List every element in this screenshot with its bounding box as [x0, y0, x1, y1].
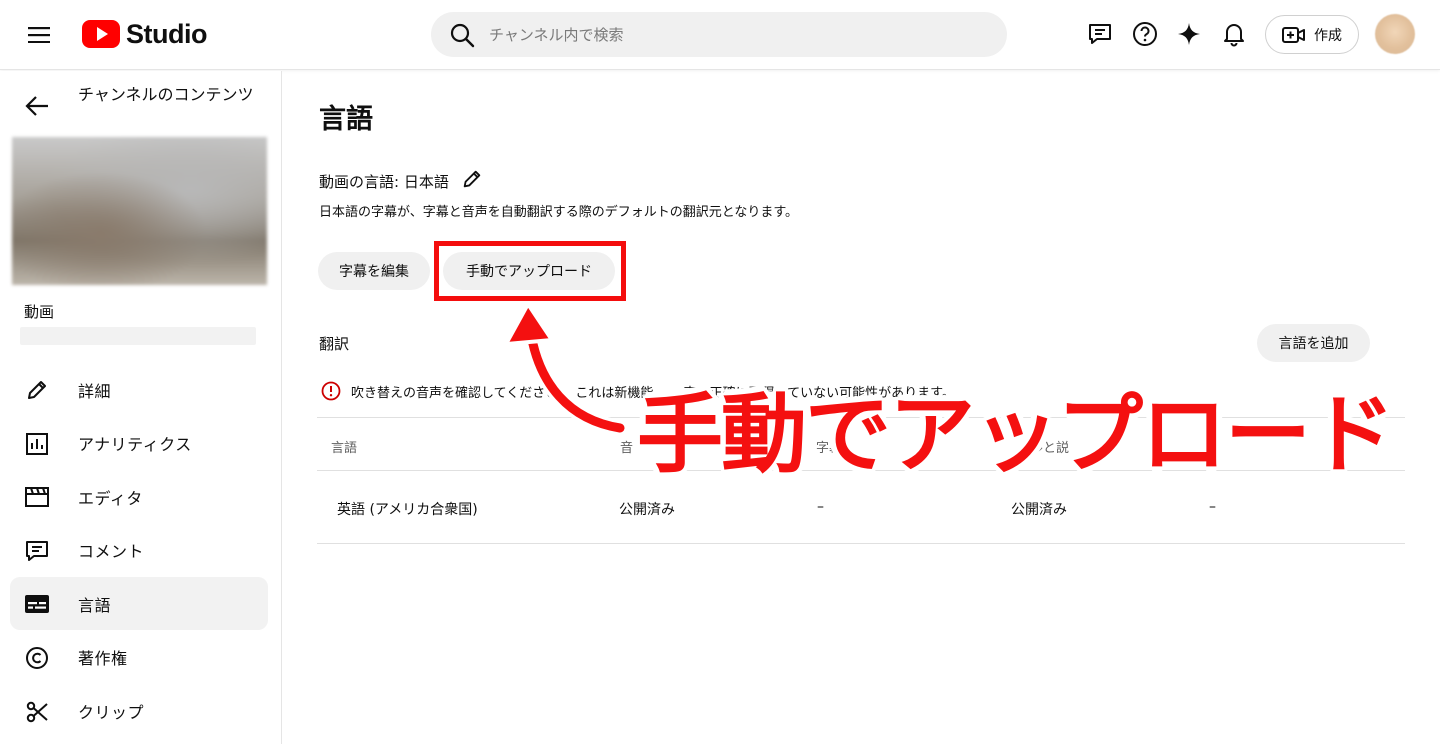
annotation-text: 手動でアップロード [637, 385, 1395, 485]
feedback-icon[interactable] [1084, 18, 1116, 50]
sidebar-item-copyright[interactable]: 著作権 [10, 631, 268, 684]
sidebar-item-comments[interactable]: コメント [10, 524, 268, 577]
studio-logo[interactable]: Studio [82, 18, 207, 50]
row-subtitles-status[interactable]: – [817, 499, 824, 515]
sidebar-item-label: クリップ [78, 703, 145, 723]
sidebar-item-details[interactable]: 詳細 [10, 363, 268, 416]
search-icon [450, 23, 475, 47]
video-thumbnail[interactable] [12, 137, 267, 285]
search-bar[interactable]: チャンネル内で検索 [431, 12, 1007, 57]
back-arrow-icon[interactable] [24, 95, 50, 121]
row-extra-status[interactable]: – [1209, 499, 1216, 515]
row-language: 英語 (アメリカ合衆国) [337, 502, 478, 518]
sidebar-item-label: コメント [78, 542, 145, 562]
translations-title: 翻訳 [319, 335, 350, 353]
youtube-play-icon [82, 20, 120, 48]
back-to-content[interactable]: チャンネルのコンテンツ [20, 85, 270, 135]
sidebar-nav: 詳細 アナリティクス エディタ コメント 言語 著作権 クリップ [10, 363, 268, 738]
video-title-placeholder [20, 327, 256, 345]
video-language-label: 動画の言語: 日本語 [319, 172, 449, 191]
logo-text: Studio [126, 18, 207, 49]
comment-icon [24, 538, 50, 564]
row-audio-status[interactable]: 公開済み [619, 499, 675, 519]
menu-icon[interactable] [22, 20, 56, 50]
sidebar-item-analytics[interactable]: アナリティクス [10, 417, 268, 470]
video-label: 動画 [24, 303, 55, 321]
column-header: 言語 [331, 441, 358, 456]
scissors-icon [24, 699, 50, 725]
sidebar-item-label: 言語 [78, 595, 112, 615]
clapperboard-icon [24, 484, 50, 510]
annotation-arrow-icon [504, 302, 628, 436]
analytics-icon [24, 431, 50, 457]
video-language-description: 日本語の字幕が、字幕と音声を自動翻訳する際のデフォルトの翻訳元となります。 [319, 205, 799, 220]
sidebar-item-editor[interactable]: エディタ [10, 470, 268, 523]
search-input[interactable]: チャンネル内で検索 [489, 24, 624, 45]
sidebar-item-label: エディタ [78, 488, 143, 508]
subtitles-icon [24, 591, 50, 617]
avatar[interactable] [1375, 14, 1415, 54]
sidebar-item-clips[interactable]: クリップ [10, 685, 268, 738]
sidebar-item-language[interactable]: 言語 [10, 577, 268, 631]
add-language-button[interactable]: 言語を追加 [1257, 324, 1370, 362]
copyright-icon [24, 645, 50, 671]
bell-icon[interactable] [1218, 18, 1250, 50]
highlight-box [434, 241, 626, 301]
sidebar-item-label: 詳細 [78, 381, 112, 401]
video-add-icon [1282, 26, 1305, 43]
back-label[interactable]: チャンネルのコンテンツ [78, 85, 268, 105]
warning-icon [321, 381, 341, 401]
pencil-icon [24, 377, 50, 403]
sidebar-item-label: アナリティクス [78, 435, 192, 455]
page-title: 言語 [319, 104, 373, 135]
create-button[interactable]: 作成 [1265, 15, 1359, 54]
top-bar: Studio チャンネル内で検索 作成 [0, 0, 1440, 70]
row-title-desc-status[interactable]: 公開済み [1011, 499, 1067, 519]
sidebar: チャンネルのコンテンツ 動画 詳細 アナリティクス エディタ コメント 言語 著… [0, 71, 282, 744]
edit-language-icon[interactable] [461, 168, 483, 194]
edit-subtitles-button[interactable]: 字幕を編集 [318, 252, 430, 290]
sparkle-icon[interactable] [1173, 18, 1205, 50]
create-label: 作成 [1314, 27, 1342, 44]
video-language-row: 動画の言語: 日本語 [319, 168, 483, 194]
help-icon[interactable] [1129, 18, 1161, 50]
sidebar-item-label: 著作権 [78, 649, 128, 669]
